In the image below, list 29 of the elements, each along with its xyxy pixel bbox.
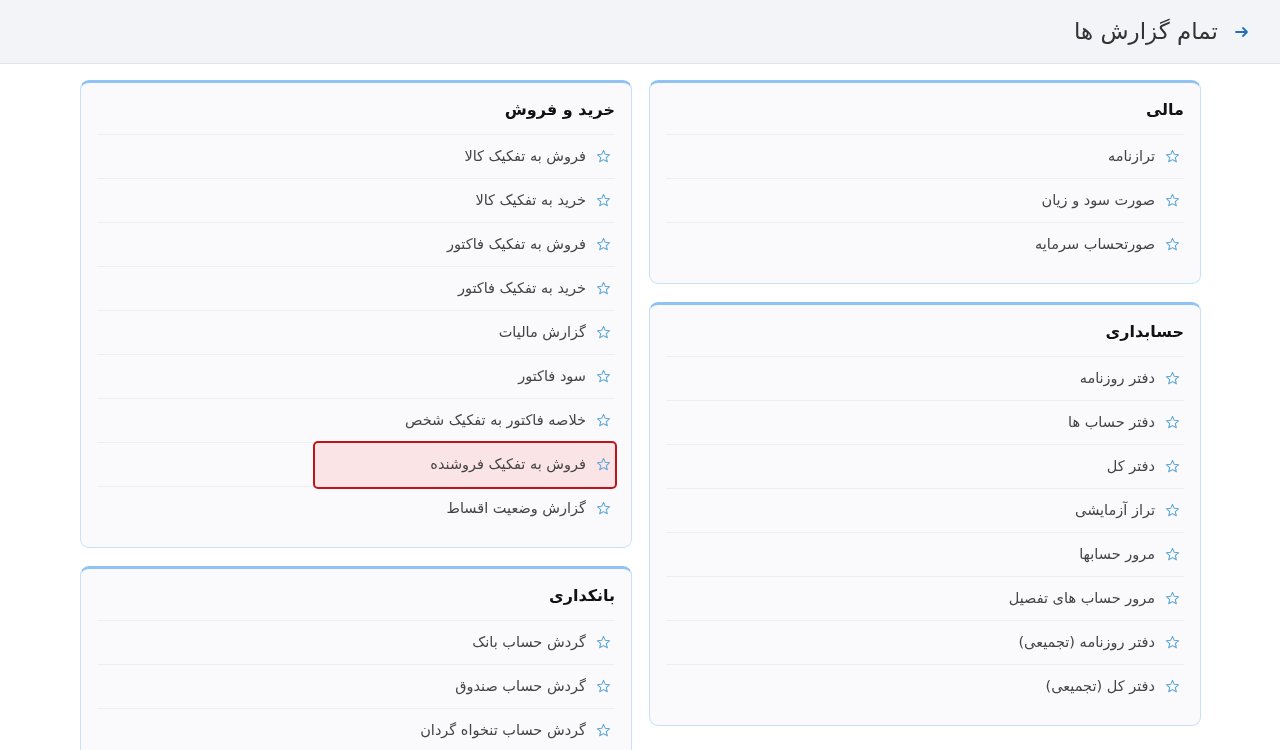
star-icon[interactable] <box>1165 415 1180 430</box>
star-icon[interactable] <box>596 281 611 296</box>
star-icon[interactable] <box>596 325 611 340</box>
star-icon[interactable] <box>1165 193 1180 208</box>
page-title: تمام گزارش ها <box>1074 17 1218 47</box>
star-icon[interactable] <box>596 457 611 472</box>
star-icon[interactable] <box>1165 635 1180 650</box>
card-title: بانکداری <box>548 585 615 607</box>
star-icon[interactable] <box>1165 591 1180 606</box>
card-title: مالی <box>1144 99 1184 121</box>
star-icon[interactable] <box>596 635 611 650</box>
star-icon[interactable] <box>596 501 611 516</box>
report-link[interactable]: فروش به تفکیک فروشنده <box>313 440 617 489</box>
star-icon[interactable] <box>596 413 611 428</box>
star-icon[interactable] <box>596 149 611 164</box>
star-icon[interactable] <box>1165 371 1180 386</box>
star-icon[interactable] <box>596 679 611 694</box>
card-title: حسابداری <box>1104 321 1184 343</box>
star-icon[interactable] <box>596 237 611 252</box>
star-icon[interactable] <box>1165 503 1180 518</box>
star-icon[interactable] <box>596 369 611 384</box>
star-icon[interactable] <box>1165 547 1180 562</box>
star-icon[interactable] <box>1165 679 1180 694</box>
star-icon[interactable] <box>1165 149 1180 164</box>
star-icon[interactable] <box>1165 459 1180 474</box>
star-icon[interactable] <box>1165 237 1180 252</box>
star-icon[interactable] <box>596 193 611 208</box>
star-icon[interactable] <box>596 723 611 738</box>
card-title: خرید و فروش <box>503 99 615 121</box>
